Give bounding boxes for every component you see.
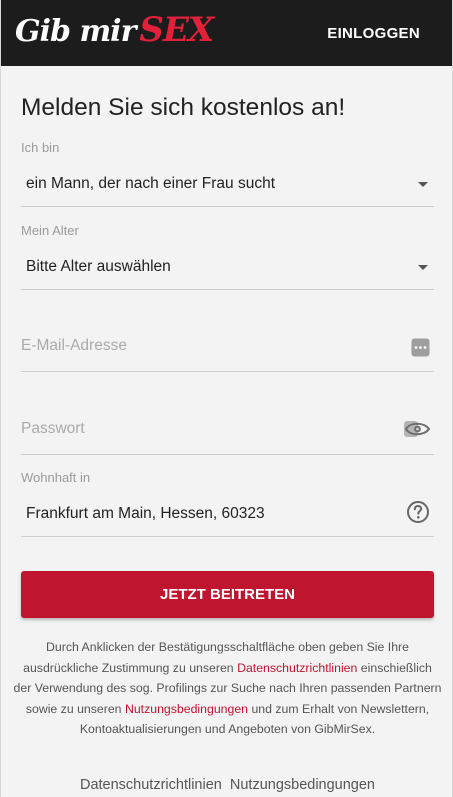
footer-terms-link[interactable]: Nutzungsbedingungen <box>230 777 375 793</box>
login-link[interactable]: EINLOGGEN <box>327 25 420 42</box>
location-value: Frankfurt am Main, Hessen, 60323 <box>26 505 265 522</box>
logo-text-gibmir: Gib mir <box>15 14 136 49</box>
header: Gib mir SEX EINLOGGEN <box>1 0 452 66</box>
consent-text: Durch Anklicken der Bestätigungsschaltfl… <box>13 637 442 740</box>
privacy-policy-link[interactable]: Datenschutzrichtlinien <box>237 661 357 675</box>
footer-links: Datenschutzrichtlinien Nutzungsbedingung… <box>1 777 453 793</box>
iam-select[interactable]: ein Mann, der nach einer Frau sucht <box>21 163 434 207</box>
page-title: Melden Sie sich kostenlos an! <box>21 94 346 121</box>
eye-icon[interactable] <box>404 419 431 444</box>
password-input[interactable]: Passwort <box>21 409 434 455</box>
iam-label: Ich bin <box>21 140 60 155</box>
chevron-down-icon <box>418 265 428 270</box>
help-circle-icon[interactable] <box>406 500 430 529</box>
join-button[interactable]: JETZT BEITRETEN <box>21 571 434 618</box>
more-dots-icon[interactable] <box>411 338 430 362</box>
age-select[interactable]: Bitte Alter auswählen <box>21 246 434 290</box>
age-label: Mein Alter <box>21 223 79 238</box>
chevron-down-icon <box>418 182 428 187</box>
location-label: Wohnhaft in <box>21 470 91 485</box>
age-select-value: Bitte Alter auswählen <box>26 258 171 275</box>
email-placeholder: E-Mail-Adresse <box>21 337 127 354</box>
terms-link[interactable]: Nutzungsbedingungen <box>125 702 248 716</box>
page: Gib mir SEX EINLOGGEN Melden Sie sich ko… <box>0 0 453 797</box>
logo[interactable]: Gib mir SEX <box>15 10 214 54</box>
password-placeholder: Passwort <box>21 420 85 437</box>
iam-select-value: ein Mann, der nach einer Frau sucht <box>26 175 275 192</box>
location-input[interactable]: Frankfurt am Main, Hessen, 60323 <box>21 493 434 537</box>
logo-text-sex: SEX <box>139 10 214 50</box>
email-input[interactable]: E-Mail-Adresse <box>21 326 434 372</box>
footer-privacy-link[interactable]: Datenschutzrichtlinien <box>80 777 222 793</box>
